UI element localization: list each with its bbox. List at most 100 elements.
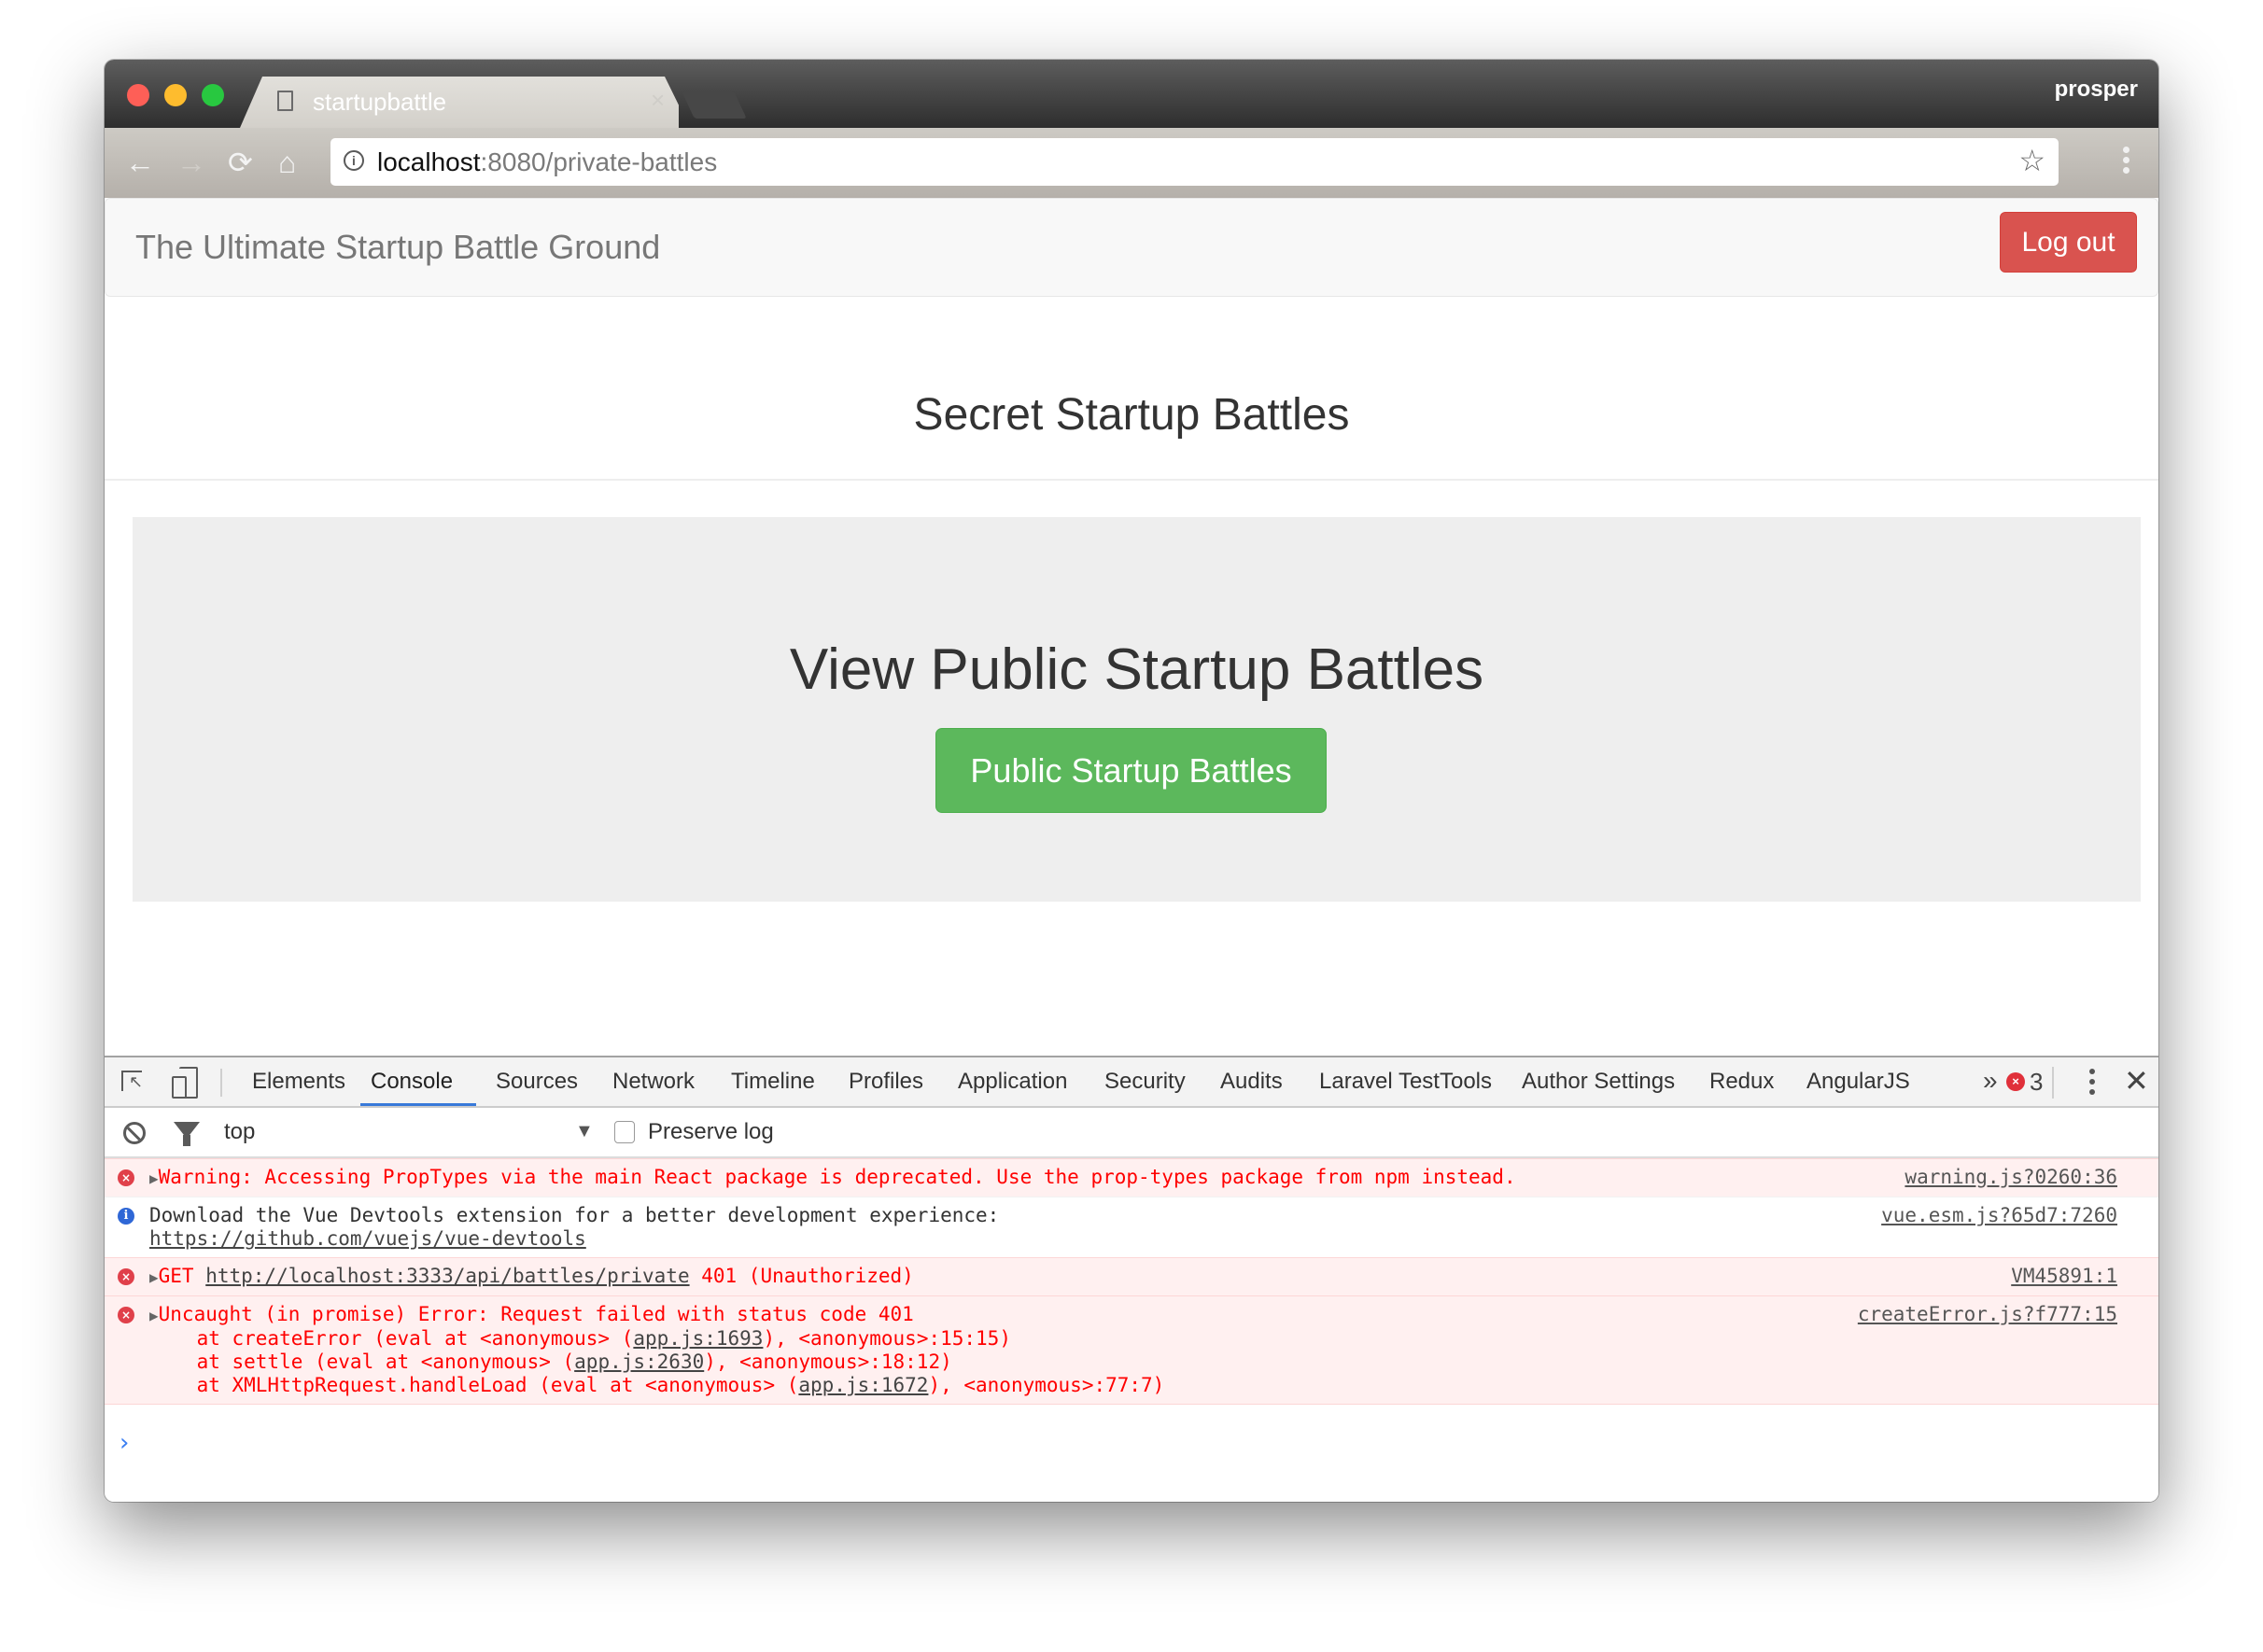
preserve-log-label[interactable]: Preserve log: [648, 1119, 774, 1145]
url-host: localhost: [377, 147, 481, 176]
tab-strip: startupbattle × prosper: [105, 60, 2158, 128]
stack-trace-line: at XMLHttpRequest.handleLoad (eval at <a…: [149, 1374, 2158, 1397]
stack-text: at XMLHttpRequest.handleLoad (eval at <a…: [149, 1374, 799, 1396]
console-message: i Download the Vue Devtools extension fo…: [105, 1197, 2158, 1257]
tab-network[interactable]: Network: [612, 1069, 695, 1095]
message-link[interactable]: http://localhost:3333/api/battles/privat…: [205, 1265, 689, 1287]
bookmark-star-icon[interactable]: ☆: [2018, 143, 2045, 178]
navbar-brand[interactable]: The Ultimate Startup Battle Ground: [135, 228, 660, 267]
stack-link[interactable]: app.js:1693: [633, 1327, 763, 1350]
page-icon: [277, 91, 293, 111]
context-selector[interactable]: top: [224, 1119, 255, 1145]
profile-name[interactable]: prosper: [2055, 77, 2138, 103]
message-text: 401 (Unauthorized): [689, 1265, 914, 1287]
reload-icon[interactable]: ⟳: [228, 141, 253, 184]
console-message: × ▶GET http://localhost:3333/api/battles…: [105, 1257, 2158, 1295]
logout-button[interactable]: Log out: [2000, 212, 2137, 273]
info-icon[interactable]: i: [344, 150, 364, 171]
clear-console-icon[interactable]: [123, 1122, 146, 1144]
message-text: Warning: Accessing PropTypes via the mai…: [158, 1166, 1516, 1188]
maximize-window-button[interactable]: [202, 84, 224, 106]
minimize-window-button[interactable]: [164, 84, 187, 106]
error-icon: ×: [118, 1268, 134, 1285]
tab-console[interactable]: Console: [371, 1069, 453, 1095]
web-page: The Ultimate Startup Battle Ground Log o…: [105, 198, 2158, 1056]
tab-application[interactable]: Application: [958, 1069, 1067, 1095]
tab-angularjs[interactable]: AngularJS: [1806, 1069, 1910, 1095]
tab-security[interactable]: Security: [1104, 1069, 1186, 1095]
stack-trace-line: at createError (eval at <anonymous> (app…: [149, 1327, 2158, 1351]
devtools-tab-bar: Elements Console Sources Network Timelin…: [105, 1057, 2158, 1108]
expand-triangle-icon[interactable]: ▶: [149, 1307, 159, 1324]
navbar: The Ultimate Startup Battle Ground Log o…: [105, 198, 2158, 297]
close-window-button[interactable]: [127, 84, 149, 106]
filter-icon[interactable]: [174, 1122, 200, 1146]
more-tabs-icon[interactable]: »: [1983, 1066, 1998, 1096]
browser-menu-icon[interactable]: [2123, 147, 2130, 177]
tab-sources[interactable]: Sources: [496, 1069, 578, 1095]
devtools-menu-icon[interactable]: [2089, 1069, 2097, 1099]
expand-triangle-icon[interactable]: ▶: [149, 1268, 159, 1286]
tab-laravel-testtools[interactable]: Laravel TestTools: [1319, 1069, 1492, 1095]
stack-text: ), <anonymous>:77:7): [928, 1374, 1165, 1396]
source-link[interactable]: VM45891:1: [2011, 1265, 2117, 1288]
source-link[interactable]: createError.js?f777:15: [1858, 1303, 2117, 1326]
divider: [220, 1069, 222, 1097]
error-icon: ×: [118, 1307, 134, 1323]
stack-text: at createError (eval at <anonymous> (: [149, 1327, 634, 1350]
message-text: Uncaught (in promise) Error: Request fai…: [158, 1303, 914, 1325]
source-link[interactable]: warning.js?0260:36: [1905, 1166, 2117, 1189]
jumbotron: View Public Startup Battles Public Start…: [133, 517, 2141, 902]
source-link[interactable]: vue.esm.js?65d7:7260: [1881, 1204, 2117, 1227]
info-icon: i: [118, 1208, 134, 1225]
stack-link[interactable]: app.js:2630: [574, 1351, 704, 1373]
browser-tab[interactable]: startupbattle ×: [240, 77, 679, 128]
active-tab-indicator: [360, 1103, 476, 1106]
device-toolbar-icon[interactable]: [172, 1067, 198, 1099]
console-messages: × ▶Warning: Accessing PropTypes via the …: [105, 1158, 2158, 1405]
tab-timeline[interactable]: Timeline: [731, 1069, 815, 1095]
home-icon[interactable]: ⌂: [278, 141, 296, 184]
tab-close-icon[interactable]: ×: [651, 86, 665, 115]
error-icon: ×: [118, 1169, 134, 1186]
error-count-icon[interactable]: ×: [2006, 1072, 2025, 1091]
new-tab-button[interactable]: [682, 91, 747, 119]
console-message: × ▶Warning: Accessing PropTypes via the …: [105, 1158, 2158, 1197]
console-prompt[interactable]: ›: [119, 1429, 129, 1457]
divider: [105, 479, 2158, 481]
stack-link[interactable]: app.js:1672: [798, 1374, 928, 1396]
page-title: Secret Startup Battles: [913, 390, 1350, 440]
tab-audits[interactable]: Audits: [1220, 1069, 1283, 1095]
stack-text: at settle (eval at <anonymous> (: [149, 1351, 575, 1373]
tab-title: startupbattle: [313, 88, 447, 116]
address-bar[interactable]: i localhost:8080/private-battles ☆: [330, 138, 2059, 186]
public-battles-button[interactable]: Public Startup Battles: [935, 728, 1327, 813]
error-count[interactable]: 3: [2030, 1068, 2043, 1097]
console-toolbar: top ▼ Preserve log: [105, 1108, 2158, 1158]
message-text: GET: [158, 1265, 206, 1287]
tab-profiles[interactable]: Profiles: [849, 1069, 923, 1095]
console-message: × ▶Uncaught (in promise) Error: Request …: [105, 1295, 2158, 1405]
tab-redux[interactable]: Redux: [1709, 1069, 1774, 1095]
stack-trace-line: at settle (eval at <anonymous> (app.js:2…: [149, 1351, 2158, 1374]
back-icon[interactable]: ←: [125, 141, 155, 184]
inspect-element-icon[interactable]: [121, 1071, 143, 1092]
stack-text: ), <anonymous>:15:15): [763, 1327, 1011, 1350]
tab-author-settings[interactable]: Author Settings: [1522, 1069, 1675, 1095]
preserve-log-checkbox[interactable]: [614, 1121, 635, 1143]
url-path: :8080/private-battles: [480, 147, 718, 176]
forward-icon[interactable]: →: [176, 141, 206, 184]
browser-toolbar: ← → ⟳ ⌂ i localhost:8080/private-battles…: [105, 128, 2158, 199]
close-devtools-icon[interactable]: ✕: [2124, 1063, 2149, 1099]
message-text: Download the Vue Devtools extension for …: [149, 1204, 1000, 1226]
message-link[interactable]: https://github.com/vuejs/vue-devtools: [149, 1227, 586, 1250]
jumbotron-heading: View Public Startup Battles: [789, 637, 1484, 702]
expand-triangle-icon[interactable]: ▶: [149, 1169, 159, 1187]
url-text[interactable]: localhost:8080/private-battles: [377, 147, 717, 177]
divider: [2052, 1067, 2054, 1099]
devtools-panel: Elements Console Sources Network Timelin…: [105, 1056, 2158, 1502]
browser-window: startupbattle × prosper ← → ⟳ ⌂ i localh…: [105, 60, 2158, 1502]
tab-elements[interactable]: Elements: [252, 1069, 345, 1095]
stack-text: ), <anonymous>:18:12): [704, 1351, 952, 1373]
chevron-down-icon[interactable]: ▼: [575, 1121, 594, 1142]
